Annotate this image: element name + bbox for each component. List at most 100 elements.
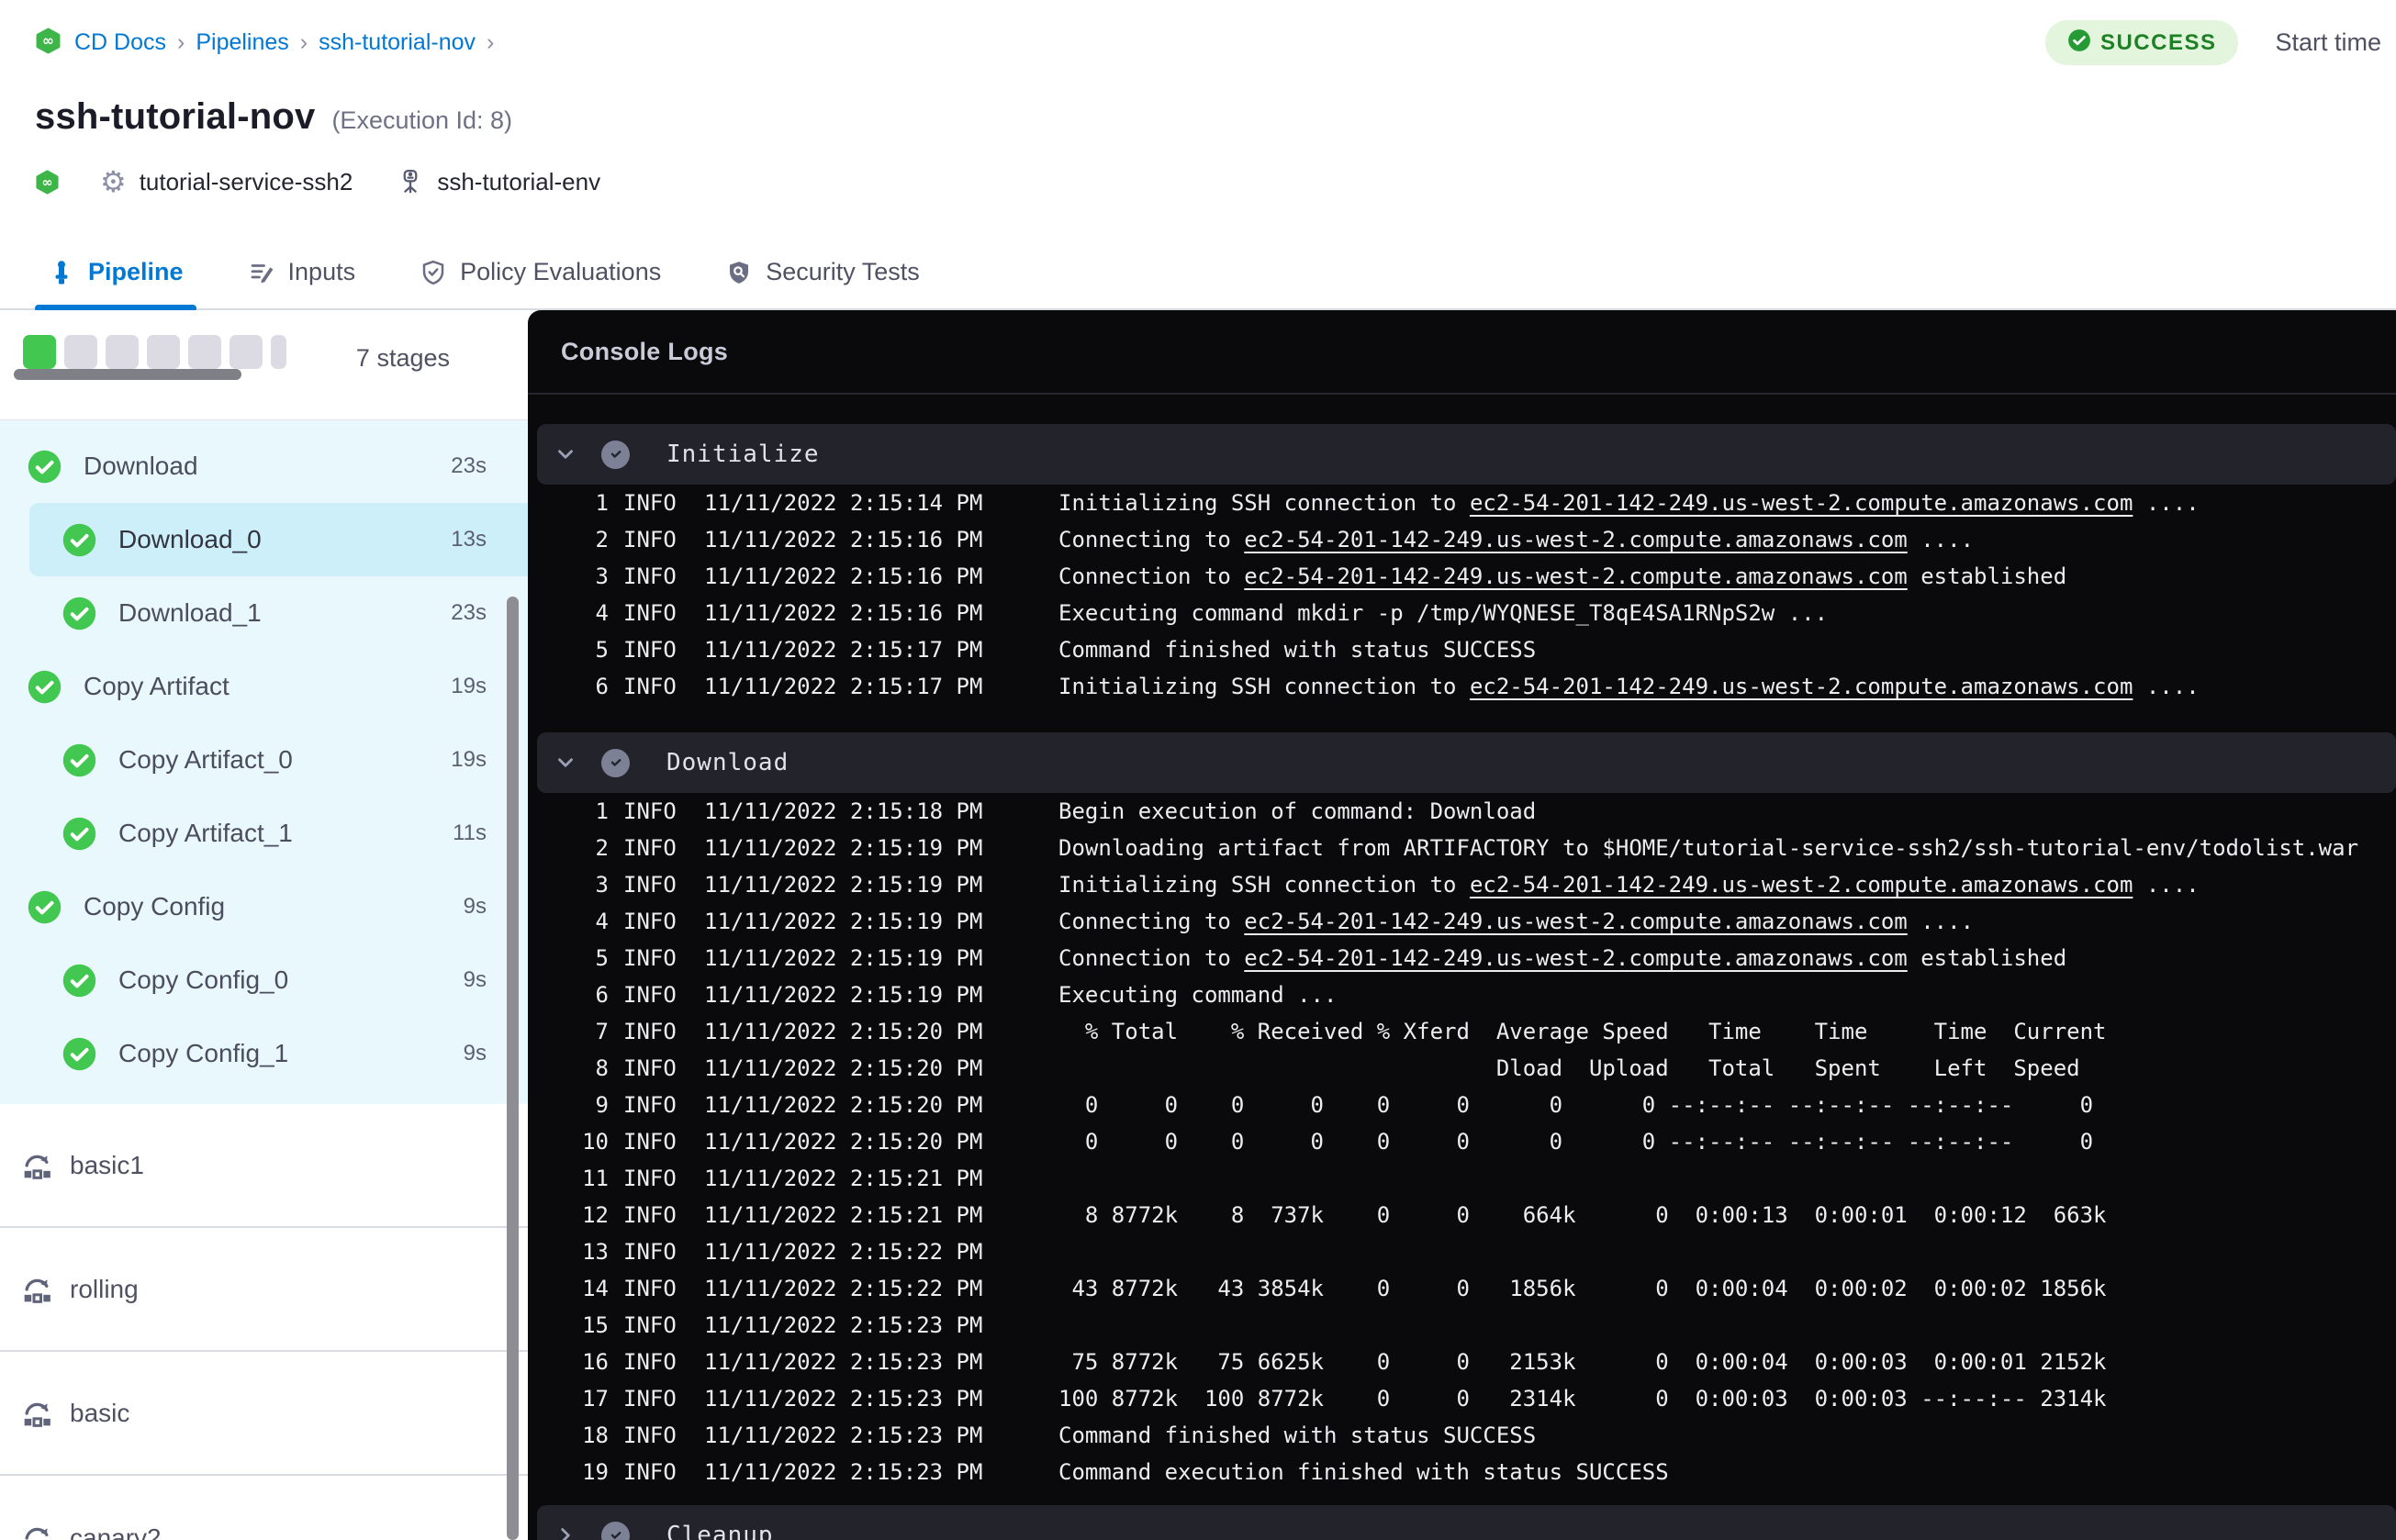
host-link[interactable]: ec2-54-201-142-249.us-west-2.compute.ama…	[1244, 564, 1907, 589]
host-link[interactable]: ec2-54-201-142-249.us-west-2.compute.ama…	[1244, 909, 1907, 934]
log-line: 11 INFO 11/11/2022 2:15:21 PM	[528, 1160, 2396, 1197]
stage-row-download[interactable]: Download 23s	[0, 430, 528, 503]
stage-progress-square	[106, 335, 139, 369]
log-level: INFO	[623, 872, 677, 898]
tab-pipeline[interactable]: Pipeline	[35, 258, 196, 312]
log-message: 75 8772k 75 6625k 0 0 2153k 0 0:00:04 0:…	[1058, 1349, 2107, 1375]
log-line: 4 INFO 11/11/2022 2:15:16 PM Executing comm…	[528, 595, 2396, 631]
log-line: 12 INFO 11/11/2022 2:15:21 PM 8 8772k 8 73…	[528, 1197, 2396, 1233]
stage-label: canary2	[70, 1523, 162, 1540]
success-check-icon	[62, 817, 96, 851]
chevron-right-icon[interactable]	[554, 1523, 577, 1540]
tab-label: Policy Evaluations	[460, 258, 662, 285]
log-line-number: 15	[582, 1312, 609, 1338]
host-link[interactable]: ec2-54-201-142-249.us-west-2.compute.ama…	[1470, 490, 2133, 516]
stage-row-basic1[interactable]: basic1	[0, 1104, 528, 1228]
log-level: INFO	[623, 1055, 677, 1081]
log-level: INFO	[623, 564, 677, 589]
stage-progress-scrollbar[interactable]	[14, 369, 241, 380]
stage-row-copy-config_0[interactable]: Copy Config_0 9s	[0, 943, 528, 1017]
log-line: 13 INFO 11/11/2022 2:15:22 PM	[528, 1233, 2396, 1270]
log-line-number: 5	[595, 945, 609, 971]
harness-cd-logo-icon: ∞	[35, 169, 60, 195]
console-panel: Console Logs Initialize 1 INFO 11/11/2022 2…	[528, 310, 2396, 1540]
service-name[interactable]: tutorial-service-ssh2	[140, 168, 353, 196]
stage-progress-square	[230, 335, 263, 369]
log-timestamp: 11/11/2022 2:15:19 PM	[704, 835, 983, 861]
log-level: INFO	[623, 1166, 677, 1191]
stage-row-copy-artifact_1[interactable]: Copy Artifact_1 11s	[0, 797, 528, 870]
environment-name[interactable]: ssh-tutorial-env	[437, 168, 600, 196]
log-line-number: 6	[595, 982, 609, 1008]
stage-row-basic[interactable]: basic	[0, 1352, 528, 1476]
log-timestamp: 11/11/2022 2:15:14 PM	[704, 490, 983, 516]
log-section-header-cleanup[interactable]: Cleanup	[537, 1505, 2396, 1540]
log-line: 5 INFO 11/11/2022 2:15:19 PM Connection to …	[528, 940, 2396, 976]
stage-duration: 9s	[463, 894, 487, 919]
log-line-number: 12	[582, 1202, 609, 1228]
log-message: 43 8772k 43 3854k 0 0 1856k 0 0:00:04 0:…	[1058, 1276, 2107, 1301]
log-message: Command finished with status SUCCESS	[1058, 1423, 1537, 1448]
log-message: Initializing SSH connection to ec2-54-20…	[1058, 872, 2200, 898]
log-timestamp: 11/11/2022 2:15:22 PM	[704, 1239, 983, 1265]
breadcrumb-link[interactable]: ssh-tutorial-nov	[319, 29, 476, 56]
log-message: Downloading artifact from ARTIFACTORY to…	[1058, 835, 2359, 861]
log-level: INFO	[623, 1092, 677, 1118]
log-section-header-initialize[interactable]: Initialize	[537, 424, 2396, 485]
log-timestamp: 11/11/2022 2:15:19 PM	[704, 982, 983, 1008]
tab-policy-evaluations[interactable]: Policy Evaluations	[420, 258, 661, 308]
extra-stage-list: basic1 rolling basic canary2	[0, 1104, 528, 1540]
stage-row-canary2[interactable]: canary2	[0, 1476, 528, 1540]
chevron-down-icon[interactable]	[554, 442, 577, 466]
log-timestamp: 11/11/2022 2:15:16 PM	[704, 564, 983, 589]
stage-row-copy-config_1[interactable]: Copy Config_1 9s	[0, 1017, 528, 1090]
host-link[interactable]: ec2-54-201-142-249.us-west-2.compute.ama…	[1244, 945, 1907, 971]
stage-row-download_0[interactable]: Download_0 13s	[29, 503, 528, 576]
log-line: 3 INFO 11/11/2022 2:15:16 PM Connection to …	[528, 558, 2396, 595]
pipeline-icon	[48, 259, 75, 286]
log-timestamp: 11/11/2022 2:15:19 PM	[704, 945, 983, 971]
log-timestamp: 11/11/2022 2:15:22 PM	[704, 1276, 983, 1301]
log-level: INFO	[623, 1423, 677, 1448]
stage-row-copy-artifact[interactable]: Copy Artifact 19s	[0, 650, 528, 723]
host-link[interactable]: ec2-54-201-142-249.us-west-2.compute.ama…	[1470, 872, 2133, 898]
log-line-number: 18	[582, 1423, 609, 1448]
stage-row-copy-artifact_0[interactable]: Copy Artifact_0 19s	[0, 723, 528, 797]
stage-progress-square	[64, 335, 97, 369]
stage-row-rolling[interactable]: rolling	[0, 1228, 528, 1352]
tab-bar: Pipeline Inputs Policy Evaluations Security…	[0, 258, 2396, 312]
log-line-number: 8	[595, 1055, 609, 1081]
svg-text:∞: ∞	[41, 175, 52, 190]
stage-label: Copy Config_1	[118, 1039, 289, 1067]
tab-inputs[interactable]: Inputs	[248, 258, 355, 308]
tab-security-tests[interactable]: Security Tests	[725, 258, 920, 308]
log-level: INFO	[623, 1386, 677, 1412]
host-link[interactable]: ec2-54-201-142-249.us-west-2.compute.ama…	[1470, 674, 2133, 699]
log-line: 2 INFO 11/11/2022 2:15:16 PM Connecting to …	[528, 521, 2396, 558]
log-timestamp: 11/11/2022 2:15:21 PM	[704, 1202, 983, 1228]
page-header: ∞ CD Docs › Pipelines › ssh-tutorial-nov › SU…	[0, 0, 2396, 312]
chevron-down-icon[interactable]	[554, 751, 577, 775]
log-line-number: 7	[595, 1019, 609, 1044]
policy-shield-icon	[420, 259, 447, 286]
security-shield-icon	[725, 259, 753, 286]
breadcrumb-link[interactable]: CD Docs	[74, 29, 166, 56]
log-section-header-download[interactable]: Download	[537, 732, 2396, 793]
host-link[interactable]: ec2-54-201-142-249.us-west-2.compute.ama…	[1244, 527, 1907, 552]
stage-duration: 23s	[451, 600, 487, 625]
stage-row-copy-config[interactable]: Copy Config 9s	[0, 870, 528, 943]
log-message: % Total % Received % Xferd Average Speed…	[1058, 1019, 2107, 1044]
breadcrumb-link[interactable]: Pipelines	[196, 29, 288, 56]
stage-duration: 23s	[451, 453, 487, 478]
log-message: Begin execution of command: Download	[1058, 798, 1537, 824]
rollback-stage-icon	[18, 1147, 55, 1184]
log-timestamp: 11/11/2022 2:15:17 PM	[704, 674, 983, 699]
stage-count-label: 7 stages	[355, 344, 450, 372]
sidebar-scrollbar[interactable]	[507, 597, 519, 1540]
log-message: Connecting to ec2-54-201-142-249.us-west…	[1058, 527, 1975, 552]
stage-row-download_1[interactable]: Download_1 23s	[0, 576, 528, 650]
success-check-icon	[62, 597, 96, 631]
stage-progress-square	[271, 335, 286, 369]
success-check-icon	[28, 890, 62, 924]
log-level: INFO	[623, 1129, 677, 1155]
